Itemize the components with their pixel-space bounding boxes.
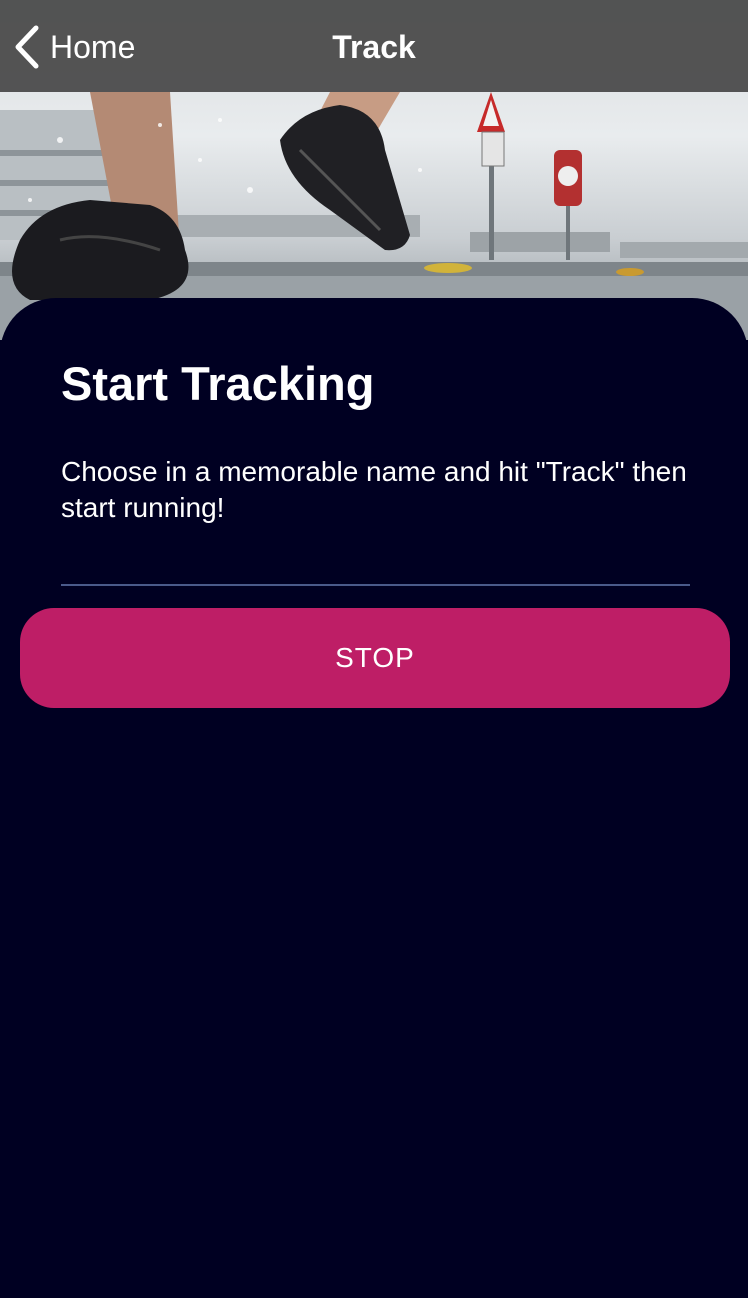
stop-button[interactable]: STOP [20, 608, 730, 708]
tracking-card: Start Tracking Choose in a memorable nam… [0, 298, 748, 1298]
track-screen: Home Track Start Tracking Choose in a me… [0, 0, 748, 1298]
navigation-bar: Home Track [0, 0, 748, 92]
page-title: Track [332, 29, 416, 65]
section-heading: Start Tracking [61, 357, 375, 410]
track-name-input[interactable] [61, 548, 690, 586]
instructions-text: Choose in a memorable name and hit "Trac… [61, 456, 687, 523]
